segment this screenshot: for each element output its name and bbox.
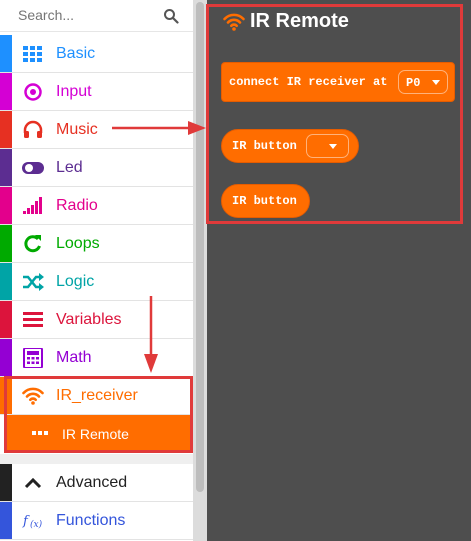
grid-icon [23,46,42,62]
category-color-stripe [0,73,12,110]
scrollbar-thumb[interactable] [196,2,204,492]
category-color-stripe [0,301,12,338]
ir-button-dropdown-block[interactable]: IR button [221,129,359,163]
category-led[interactable]: Led [0,149,193,187]
button-dropdown[interactable] [306,134,349,158]
flyout-title-text: IR Remote [250,10,349,32]
category-radio[interactable]: Radio [0,187,193,225]
category-color-stripe [0,187,12,224]
flyout-title: IR Remote [222,10,349,33]
category-basic[interactable]: Basic [0,35,193,73]
category-color-stripe [0,377,12,414]
category-color-stripe [0,464,12,501]
category-advanced[interactable]: Advanced [0,464,193,502]
chevron-up-icon [24,477,42,489]
category-label: Radio [56,197,98,214]
dots-icon [32,431,48,435]
target-icon [24,83,42,101]
refresh-icon [24,235,41,253]
category-music[interactable]: Music [0,111,193,149]
category-color-stripe [0,263,12,300]
category-color-stripe [0,502,12,539]
category-label: Logic [56,273,95,290]
category-label: Led [56,159,83,176]
category-color-stripe [0,111,12,148]
headphones-icon [23,120,43,138]
function-icon: f (x) [22,514,43,530]
category-math[interactable]: Math [0,339,193,377]
category-logic[interactable]: Logic [0,263,193,301]
calculator-icon [23,348,43,368]
toolbox-separator [0,454,193,464]
connect-ir-receiver-block[interactable]: connect IR receiver at P0 [221,62,455,102]
category-input[interactable]: Input [0,73,193,111]
toolbox-scrollbar[interactable] [193,0,207,541]
toggle-icon [22,162,44,174]
category-color-stripe [0,225,12,262]
category-variables[interactable]: Variables [0,301,193,339]
search-icon[interactable] [163,8,179,24]
pin-dropdown-value: P0 [406,76,421,90]
wifi-icon [223,13,245,31]
search-input[interactable] [18,7,158,23]
wifi-icon [22,387,44,405]
shuffle-icon [23,273,44,291]
category-label: Advanced [56,474,128,491]
category-label: Variables [56,311,122,328]
svg-text:f: f [22,514,30,529]
block-text: connect IR receiver at [229,75,388,89]
ir-button-block[interactable]: IR button [221,184,310,218]
category-label: Functions [56,512,126,529]
category-loops[interactable]: Loops [0,225,193,263]
pin-dropdown[interactable]: P0 [398,70,448,94]
toolbox: Basic Input Music Led [0,0,193,541]
category-label: Music [56,121,98,138]
subcategory-ir-remote[interactable]: IR Remote [4,415,190,452]
category-label: Input [56,83,92,100]
category-color-stripe [0,149,12,186]
svg-text:(x): (x) [30,519,43,530]
category-label: IR_receiver [56,387,138,404]
search-bar [0,0,193,32]
block-text: IR button [232,139,297,153]
category-color-stripe [0,339,12,376]
block-text: IR button [232,194,297,208]
category-color-stripe [0,35,12,72]
category-functions[interactable]: f (x) Functions [0,502,193,540]
chevron-down-icon [329,144,337,149]
category-label: Math [56,349,92,366]
list-icon [23,312,43,327]
signal-bars-icon [23,197,42,214]
category-ir-receiver[interactable]: IR_receiver [0,377,193,415]
category-label: Basic [56,45,96,62]
subcategory-label: IR Remote [62,426,129,442]
chevron-down-icon [432,80,440,85]
category-label: Loops [56,235,100,252]
